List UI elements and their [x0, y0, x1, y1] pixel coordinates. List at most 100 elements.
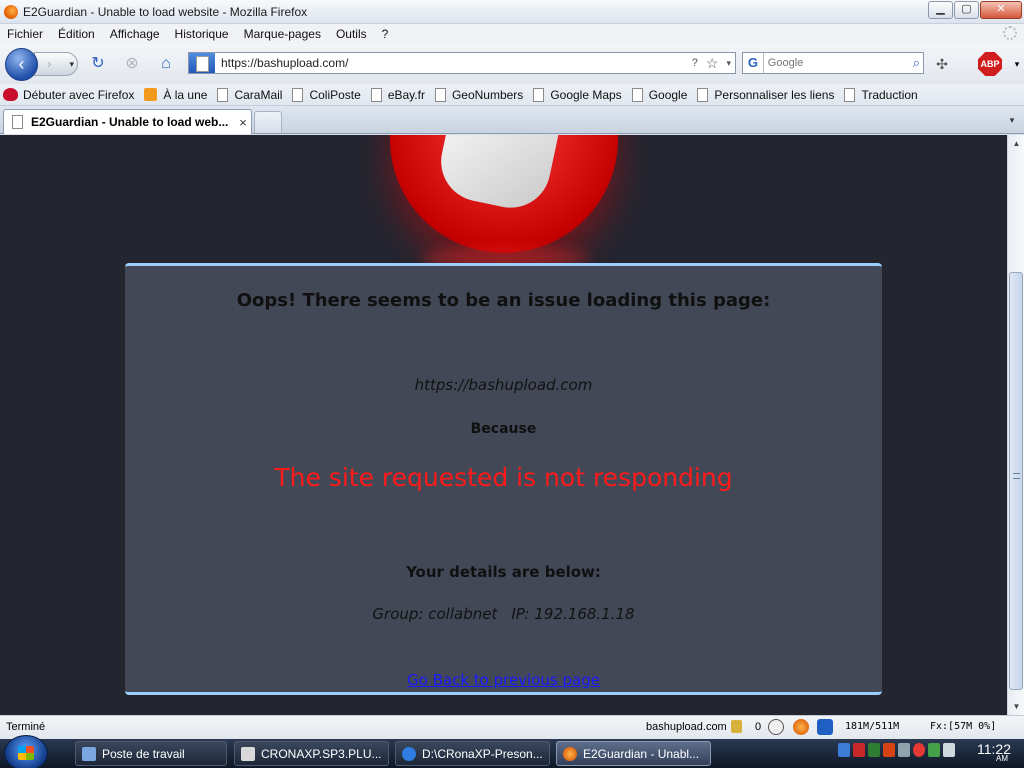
user-details: Group: collabnet IP: 192.168.1.18 [125, 605, 882, 623]
minimize-button[interactable]: ▁ [928, 1, 953, 19]
menu-affichage[interactable]: Affichage [110, 27, 160, 41]
task-cronaxp[interactable]: CRONAXP.SP3.PLU... [234, 741, 389, 766]
eye-icon[interactable] [768, 719, 784, 735]
url-bar[interactable]: ? ☆ ▾ [188, 52, 736, 74]
bookmark-label: ColiPoste [309, 87, 361, 102]
clock[interactable]: 11:22 AM [977, 741, 1011, 763]
tab-list-dropdown-icon[interactable]: ▾ [1004, 110, 1020, 130]
scroll-up-arrow-icon[interactable]: ▲ [1008, 135, 1024, 152]
adblock-plus-icon[interactable]: ABP [978, 52, 1002, 76]
computer-icon [82, 746, 96, 761]
firefox-status-icon[interactable] [793, 719, 809, 735]
scroll-down-arrow-icon[interactable]: ▼ [1008, 698, 1024, 715]
bookmark-a-la-une[interactable]: À la une [144, 88, 207, 102]
task-cronaxp-preson[interactable]: D:\CRonaXP-Preson... [395, 741, 550, 766]
firefox-bookmark-icon [3, 88, 18, 101]
bookmark-google-maps[interactable]: Google Maps [533, 87, 622, 102]
alert-icon[interactable] [883, 743, 895, 757]
menu-outils[interactable]: Outils [336, 27, 367, 41]
blocked-url: https://bashupload.com [414, 376, 593, 394]
monitor-icon[interactable] [898, 743, 910, 757]
task-e2guardian[interactable]: E2Guardian - Unabl... [556, 741, 711, 766]
menu-help[interactable]: ? [382, 27, 389, 41]
back-button[interactable]: ‹ [5, 48, 38, 81]
bookmarks-toolbar: Débuter avec Firefox À la une CaraMail C… [0, 84, 1024, 106]
task-poste-de-travail[interactable]: Poste de travail [75, 741, 227, 766]
bookmark-label: Google [648, 87, 688, 102]
history-dropdown-icon[interactable]: ▾ [69, 53, 74, 75]
tab-close-icon[interactable]: × [235, 115, 251, 130]
tab-e2guardian[interactable]: E2Guardian - Unable to load web... × [3, 109, 252, 134]
page-icon [533, 87, 545, 102]
clock-ampm: AM [996, 754, 1008, 763]
url-dropdown-icon[interactable]: ▾ [726, 58, 731, 69]
bookmark-traduction[interactable]: Traduction [844, 87, 918, 102]
bookmark-label: Traduction [861, 87, 918, 102]
memory-usage: 181M/511M [845, 721, 900, 732]
page-icon [631, 87, 643, 102]
tab-bar: E2Guardian - Unable to load web... × ▾ [0, 106, 1024, 134]
bookmark-coliposte[interactable]: ColiPoste [292, 87, 361, 102]
bookmark-debuter[interactable]: Débuter avec Firefox [3, 88, 134, 102]
abp-dropdown-icon[interactable]: ▾ [1011, 54, 1023, 74]
go-back-link[interactable]: Go Back to previous page [125, 671, 882, 689]
bookmark-star-icon[interactable]: ☆ [706, 55, 719, 72]
details-heading: Your details are below: [406, 563, 601, 581]
search-icon[interactable]: ⌕ [910, 55, 923, 71]
reload-icon[interactable]: ↻ [88, 54, 108, 74]
navigation-toolbar: ›▾ ‹ ↻ ⊗ ⌂ ? ☆ ▾ G ⌕ ✣ ABP ▾ [0, 44, 1024, 84]
scrollbar-thumb[interactable] [1009, 272, 1023, 690]
error-heading: Oops! There seems to be an issue loading… [236, 290, 771, 311]
page-icon [217, 87, 229, 102]
lock-icon[interactable] [731, 720, 742, 733]
search-input[interactable] [763, 57, 910, 69]
ip-value: IP: 192.168.1.18 [511, 605, 635, 623]
close-button[interactable]: ✕ [980, 1, 1022, 19]
menu-marque-pages[interactable]: Marque-pages [244, 27, 321, 41]
volume-icon[interactable] [943, 743, 955, 757]
tab-label: E2Guardian - Unable to load web... [31, 115, 229, 129]
system-tray [838, 743, 955, 757]
start-button[interactable] [4, 735, 48, 768]
page-icon [697, 87, 709, 102]
home-icon[interactable]: ⌂ [156, 54, 176, 74]
page-icon [12, 115, 23, 129]
vertical-scrollbar[interactable]: ▲ ▼ [1007, 135, 1024, 715]
update-icon[interactable] [913, 743, 925, 757]
task-label: D:\CRonaXP-Preson... [422, 746, 543, 761]
maximize-button[interactable]: ▢ [954, 1, 979, 19]
site-info-icon[interactable]: ? [692, 57, 698, 69]
menu-bar: Fichier Édition Affichage Historique Mar… [0, 24, 1024, 44]
bookmark-google[interactable]: Google [631, 87, 688, 102]
bookmark-label: Google Maps [550, 87, 622, 102]
antivirus-icon[interactable] [853, 743, 865, 757]
fx-memory: Fx:[57M 0%] [930, 721, 997, 732]
menu-historique[interactable]: Historique [175, 27, 229, 41]
search-bar[interactable]: G ⌕ [742, 52, 924, 74]
thumb-grip [1013, 473, 1020, 479]
forward-button[interactable]: › ▾ [34, 52, 78, 76]
window-controls: ▁ ▢ ✕ [928, 1, 1022, 19]
shield-icon[interactable] [838, 743, 850, 757]
menu-edition[interactable]: Édition [58, 27, 95, 41]
network-icon[interactable] [868, 743, 880, 757]
bookmark-geonumbers[interactable]: GeoNumbers [434, 87, 523, 102]
menu-fichier[interactable]: Fichier [7, 27, 43, 41]
stop-icon[interactable]: ⊗ [122, 54, 142, 74]
status-host[interactable]: bashupload.com [646, 721, 727, 733]
addon-icon[interactable]: ✣ [932, 54, 952, 74]
group-value: Group: collabnet [372, 605, 498, 623]
google-engine-icon[interactable]: G [743, 53, 764, 73]
bookmark-caramail[interactable]: CaraMail [217, 87, 282, 102]
security-icon[interactable] [928, 743, 940, 757]
site-identity-icon[interactable] [189, 53, 215, 73]
s-addon-icon[interactable] [817, 719, 833, 735]
new-tab-button[interactable] [254, 111, 282, 133]
bookmark-label: eBay.fr [387, 87, 425, 102]
because-label: Because [470, 421, 537, 437]
bookmark-ebay[interactable]: eBay.fr [370, 87, 425, 102]
bookmark-personnaliser[interactable]: Personnaliser les liens [697, 87, 834, 102]
url-input[interactable] [215, 56, 688, 70]
page-icon [292, 87, 304, 102]
stop-hand-icon [390, 135, 618, 253]
